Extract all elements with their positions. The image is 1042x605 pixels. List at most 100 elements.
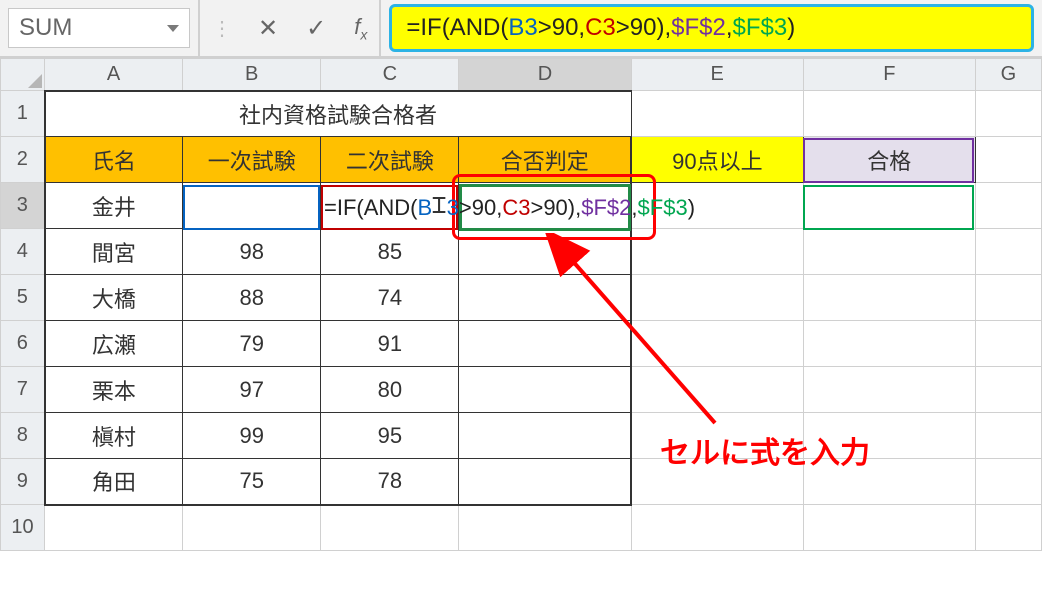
- inline-seg: $F$3: [638, 195, 688, 220]
- cell-A5[interactable]: 大橋: [45, 275, 183, 321]
- cell-G6[interactable]: [975, 321, 1041, 367]
- cell-E7[interactable]: [631, 367, 803, 413]
- cell-B9[interactable]: 75: [183, 459, 321, 505]
- row-head-2[interactable]: 2: [1, 137, 45, 183]
- spreadsheet-grid: A B C D E F G 1 社内資格試験合格者 2 氏名 一次試験 二次試験…: [0, 58, 1042, 551]
- cell-F4[interactable]: [803, 229, 975, 275]
- cells-table[interactable]: A B C D E F G 1 社内資格試験合格者 2 氏名 一次試験 二次試験…: [0, 58, 1042, 551]
- cell-D9[interactable]: [459, 459, 631, 505]
- cell-D10[interactable]: [459, 505, 631, 551]
- formula-buttons: ⋮ ✕ ✓ fx: [200, 0, 381, 56]
- cell-B3[interactable]: [183, 183, 321, 229]
- cell-A8[interactable]: 槇村: [45, 413, 183, 459]
- cell-C6[interactable]: 91: [321, 321, 459, 367]
- cell-F10[interactable]: [803, 505, 975, 551]
- cell-A10[interactable]: [45, 505, 183, 551]
- cell-D4[interactable]: [459, 229, 631, 275]
- row-head-3[interactable]: 3: [1, 183, 45, 229]
- row-head-9[interactable]: 9: [1, 459, 45, 505]
- row-head-1[interactable]: 1: [1, 91, 45, 137]
- cell-A3[interactable]: 金井: [45, 183, 183, 229]
- cell-E8[interactable]: [631, 413, 803, 459]
- cell-G3[interactable]: [975, 183, 1041, 229]
- cell-F5[interactable]: [803, 275, 975, 321]
- cell-G7[interactable]: [975, 367, 1041, 413]
- cell-B5[interactable]: 88: [183, 275, 321, 321]
- col-head-B[interactable]: B: [183, 59, 321, 91]
- row-head-6[interactable]: 6: [1, 321, 45, 367]
- header-name[interactable]: 氏名: [45, 137, 183, 183]
- cell-G9[interactable]: [975, 459, 1041, 505]
- col-head-C[interactable]: C: [321, 59, 459, 91]
- cell-D7[interactable]: [459, 367, 631, 413]
- cell-G5[interactable]: [975, 275, 1041, 321]
- col-head-G[interactable]: G: [975, 59, 1041, 91]
- header-exam2[interactable]: 二次試験: [321, 137, 459, 183]
- cell-B6[interactable]: 79: [183, 321, 321, 367]
- cell-B8[interactable]: 99: [183, 413, 321, 459]
- inline-seg: 3: [447, 195, 459, 220]
- cell-C5[interactable]: 74: [321, 275, 459, 321]
- cell-G8[interactable]: [975, 413, 1041, 459]
- col-head-A[interactable]: A: [45, 59, 183, 91]
- formula-bar-input[interactable]: =IF(AND( B3 >90, C3 >90), $F$2 , $F$3 ): [389, 4, 1034, 52]
- fx-icon[interactable]: fx: [354, 14, 367, 42]
- header-result[interactable]: 合否判定: [459, 137, 631, 183]
- row-head-7[interactable]: 7: [1, 367, 45, 413]
- cell-G1[interactable]: [975, 91, 1041, 137]
- row-4: 4 間宮 98 85: [1, 229, 1042, 275]
- cell-F9[interactable]: [803, 459, 975, 505]
- col-head-E[interactable]: E: [631, 59, 803, 91]
- col-head-D[interactable]: D: [459, 59, 631, 91]
- row-9: 9 角田 75 78: [1, 459, 1042, 505]
- expand-icon[interactable]: ⋮: [212, 16, 230, 41]
- row-head-4[interactable]: 4: [1, 229, 45, 275]
- header-threshold[interactable]: 90点以上: [631, 137, 803, 183]
- cell-E6[interactable]: [631, 321, 803, 367]
- cell-A9[interactable]: 角田: [45, 459, 183, 505]
- cell-A4[interactable]: 間宮: [45, 229, 183, 275]
- cell-C7[interactable]: 80: [321, 367, 459, 413]
- cell-E9[interactable]: [631, 459, 803, 505]
- row-head-5[interactable]: 5: [1, 275, 45, 321]
- cell-G10[interactable]: [975, 505, 1041, 551]
- cell-B4[interactable]: 98: [183, 229, 321, 275]
- cell-A6[interactable]: 広瀬: [45, 321, 183, 367]
- cell-C4[interactable]: 85: [321, 229, 459, 275]
- formula-seg: $F$2: [671, 14, 726, 42]
- cell-F6[interactable]: [803, 321, 975, 367]
- cell-A7[interactable]: 栗本: [45, 367, 183, 413]
- col-head-F[interactable]: F: [803, 59, 975, 91]
- cell-E1[interactable]: [631, 91, 803, 137]
- header-pass[interactable]: 合格: [803, 137, 975, 183]
- cell-E4[interactable]: [631, 229, 803, 275]
- cell-B10[interactable]: [183, 505, 321, 551]
- name-box-dropdown-icon[interactable]: [167, 25, 179, 32]
- cell-F1[interactable]: [803, 91, 975, 137]
- cell-D8[interactable]: [459, 413, 631, 459]
- row-2: 2 氏名 一次試験 二次試験 合否判定 90点以上 合格: [1, 137, 1042, 183]
- row-head-10[interactable]: 10: [1, 505, 45, 551]
- cell-F3[interactable]: [803, 183, 975, 229]
- cell-G4[interactable]: [975, 229, 1041, 275]
- formula-seg: ): [787, 14, 795, 42]
- cell-B7[interactable]: 97: [183, 367, 321, 413]
- cancel-icon[interactable]: ✕: [258, 14, 278, 43]
- cell-F7[interactable]: [803, 367, 975, 413]
- formula-seg: >90,: [538, 14, 585, 42]
- title-cell[interactable]: 社内資格試験合格者: [45, 91, 632, 137]
- cell-C10[interactable]: [321, 505, 459, 551]
- enter-icon[interactable]: ✓: [306, 14, 326, 43]
- cell-D5[interactable]: [459, 275, 631, 321]
- row-head-8[interactable]: 8: [1, 413, 45, 459]
- cell-E10[interactable]: [631, 505, 803, 551]
- header-exam1[interactable]: 一次試験: [183, 137, 321, 183]
- cell-F8[interactable]: [803, 413, 975, 459]
- cell-C8[interactable]: 95: [321, 413, 459, 459]
- cell-E5[interactable]: [631, 275, 803, 321]
- cell-G2[interactable]: [975, 137, 1041, 183]
- cell-C9[interactable]: 78: [321, 459, 459, 505]
- cell-D6[interactable]: [459, 321, 631, 367]
- name-box[interactable]: SUM: [8, 8, 190, 48]
- select-all-corner[interactable]: [1, 59, 45, 91]
